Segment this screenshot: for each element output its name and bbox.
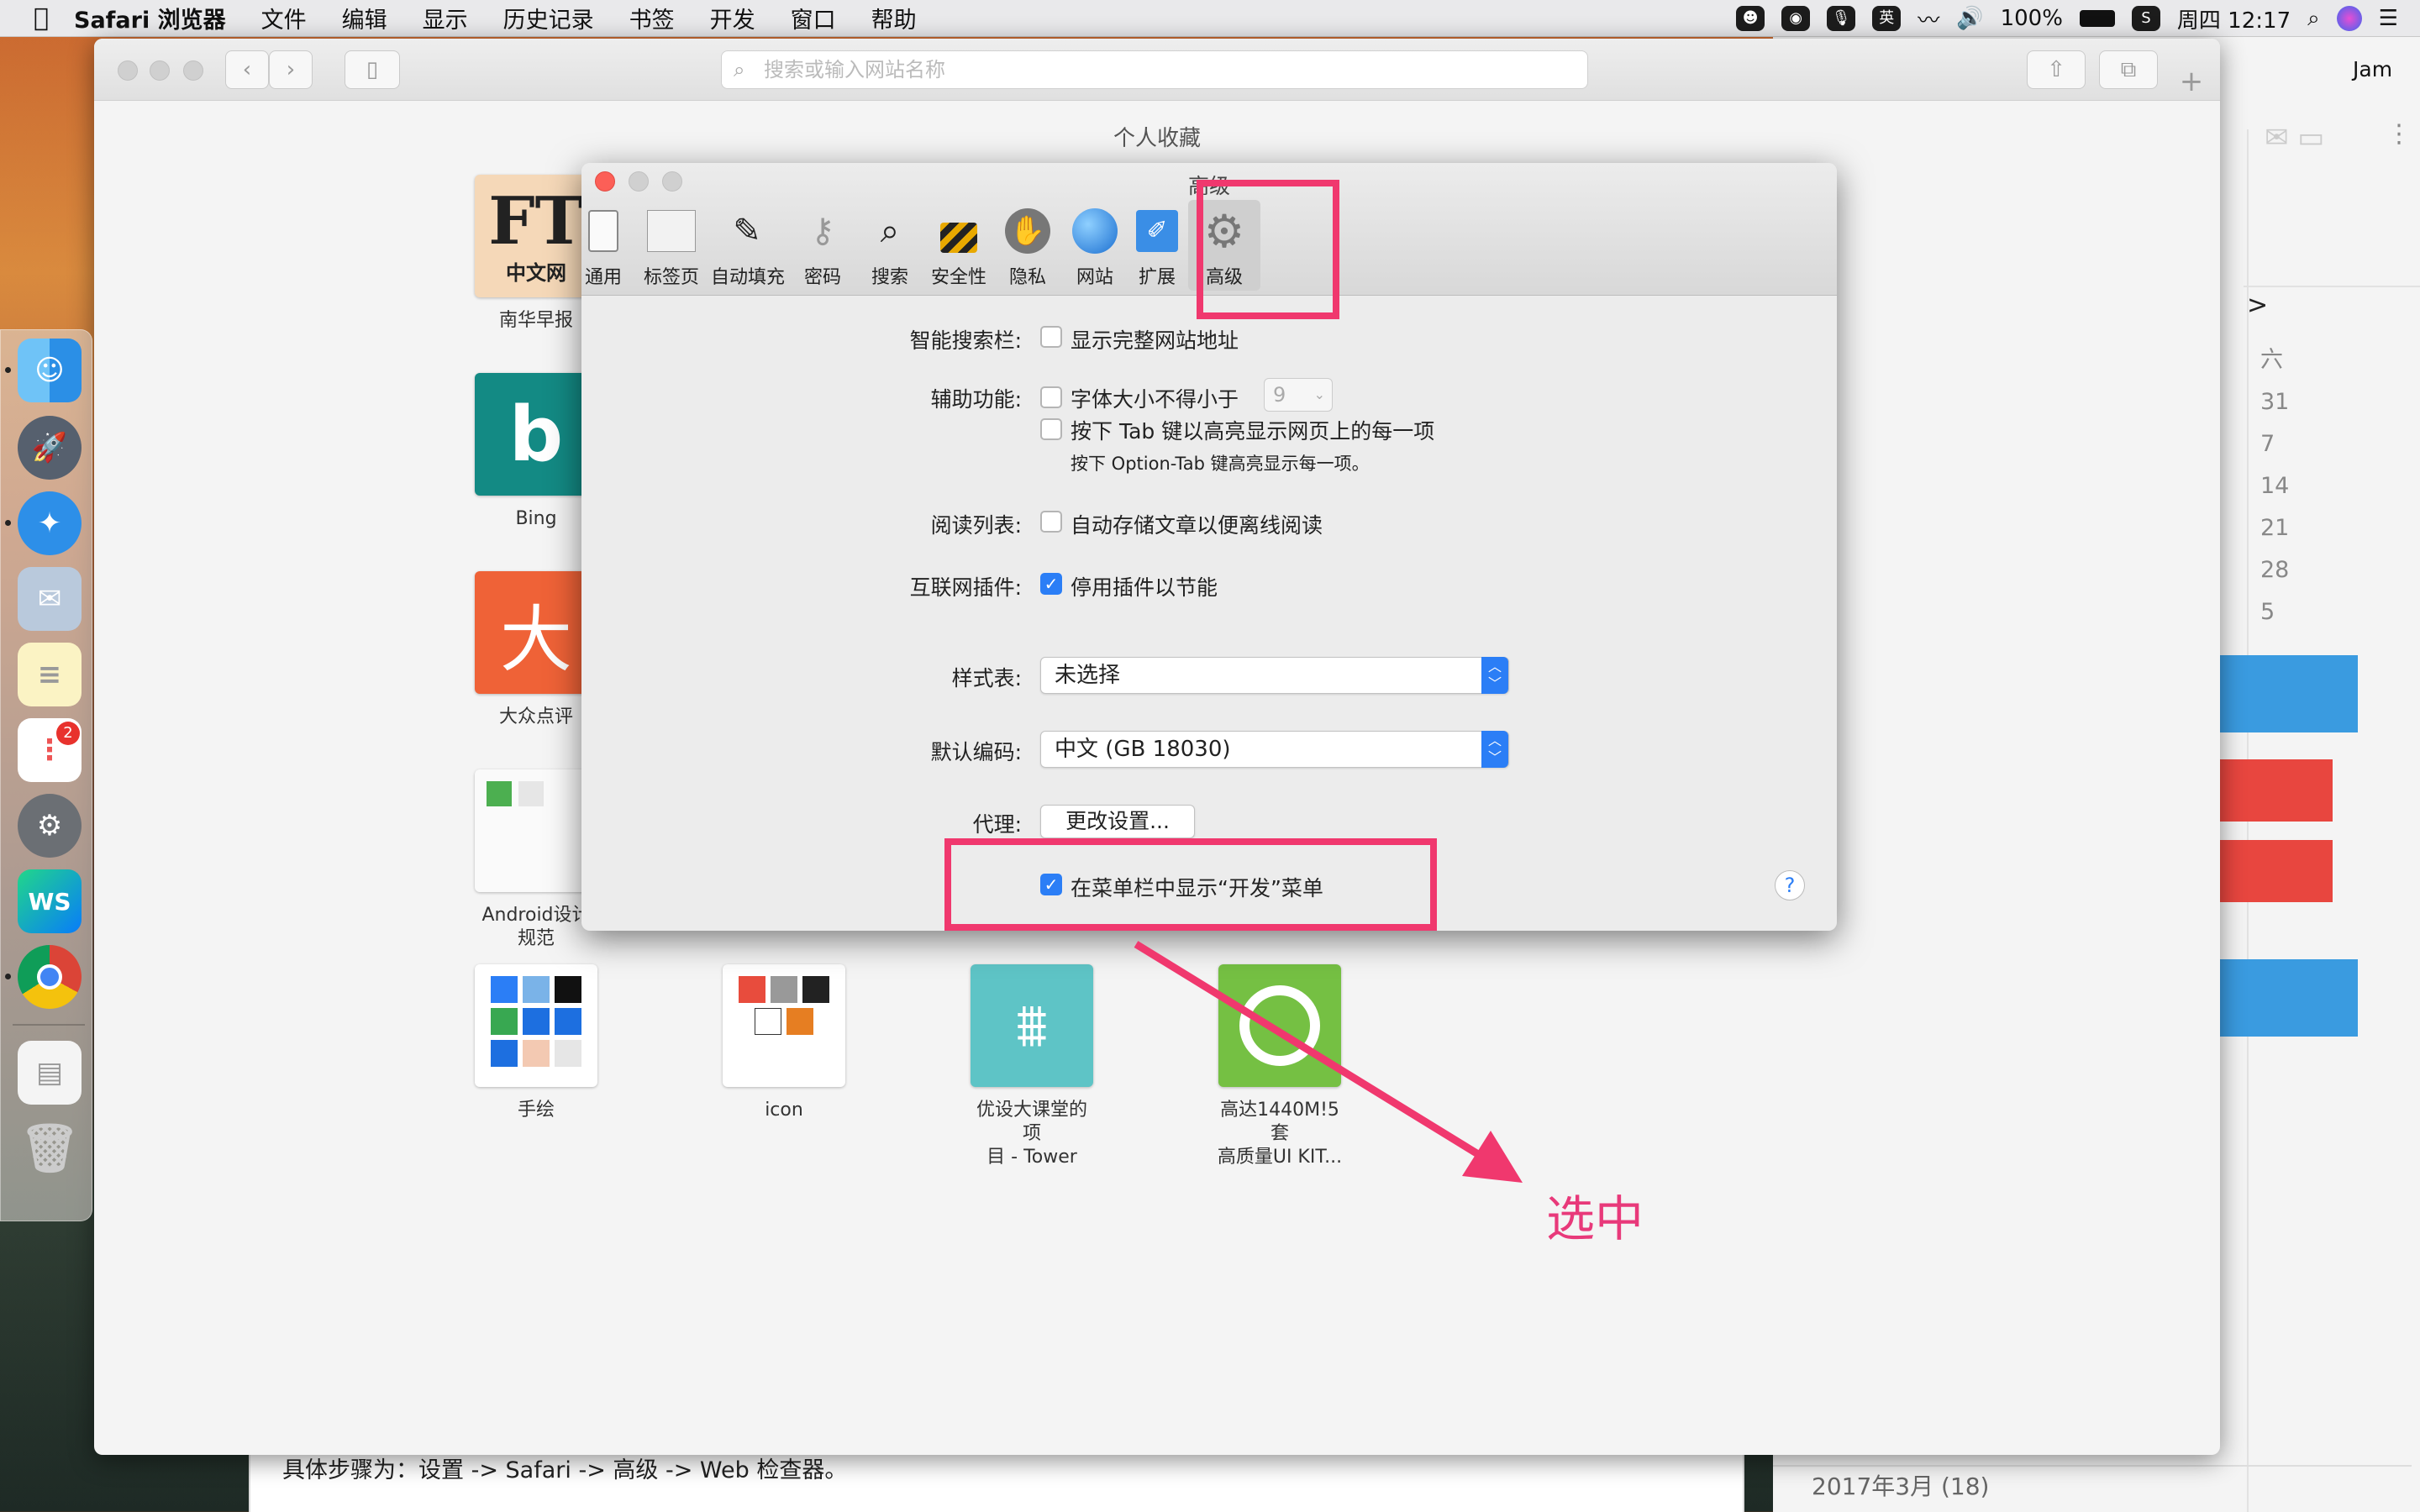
annotation-note: 选中 xyxy=(1546,1190,1644,1247)
annotation-arrow xyxy=(1134,941,1523,1183)
